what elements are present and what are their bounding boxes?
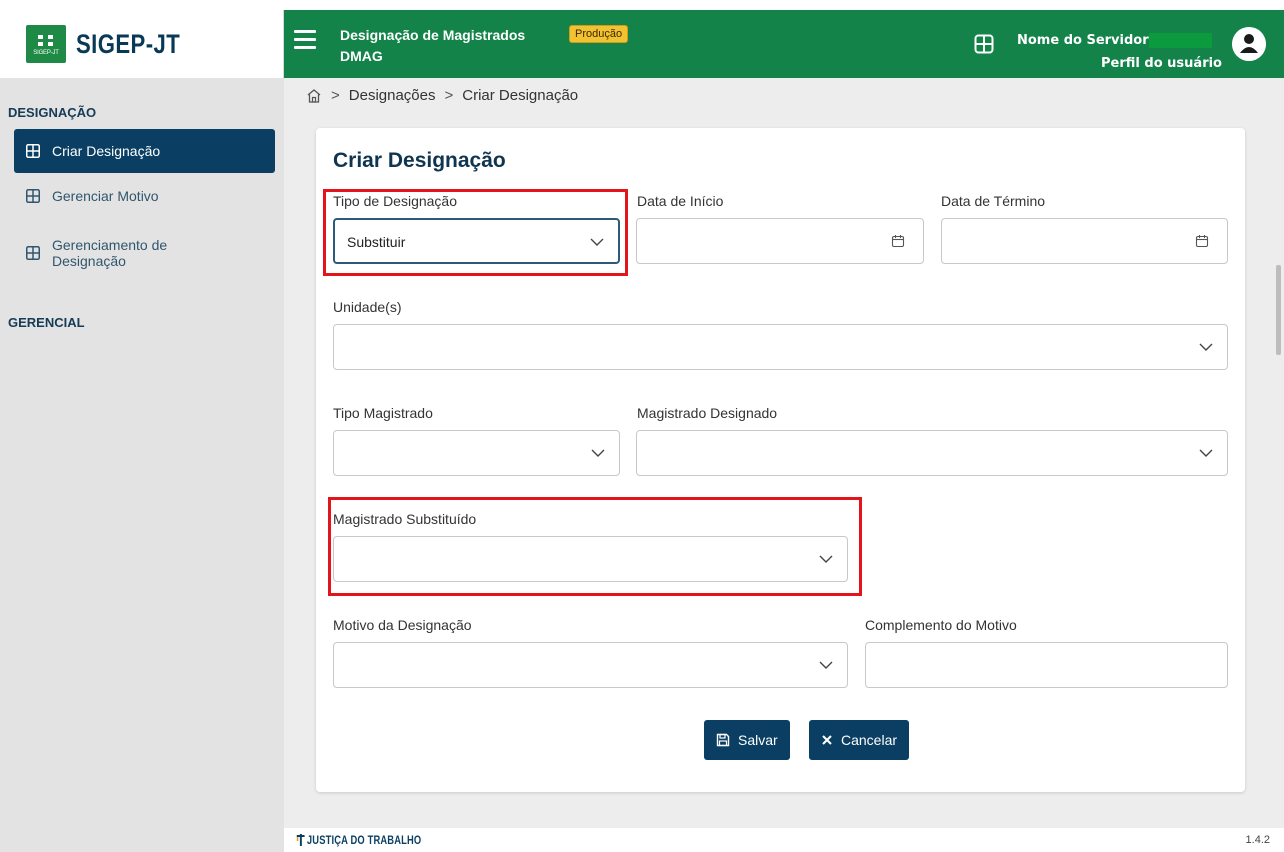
logo-text: SIGEP-JT [76,28,181,59]
page-title: Criar Designação [333,149,506,172]
complemento-input[interactable] [865,642,1228,688]
save-icon [716,733,730,747]
grid-icon [26,246,40,260]
motivo-select[interactable] [333,642,848,688]
breadcrumb-item-current: Criar Designação [462,87,579,104]
sidebar-item-label: Criar Designação [52,143,161,159]
sidebar-item-criar-designacao[interactable]: Criar Designação [14,129,275,173]
justica-logo-icon [296,834,305,846]
cancel-button[interactable]: Cancelar [809,720,910,760]
sidebar-item-gerenciar-motivo[interactable]: Gerenciar Motivo [14,188,275,204]
version-label: 1.4.2 [1245,834,1270,846]
save-button-label: Salvar [738,732,778,748]
highlight-box [323,189,628,276]
calendar-icon[interactable] [891,234,905,248]
app-subtitle: DMAG [340,48,383,64]
chevron-down-icon [1199,343,1213,351]
complemento-label: Complemento do Motivo [865,617,1017,633]
sidebar-item-label: Gerenciar Motivo [52,188,159,204]
sidebar-section-designacao: DESIGNAÇÃO [8,105,97,120]
close-icon [822,735,832,745]
breadcrumb: > Designações > Criar Designação [306,87,578,104]
top-strip [0,0,1284,10]
logo-mini-text: SIGEP-JT [33,49,59,56]
sidebar-item-gerenciamento-designacao[interactable]: Gerenciamento de Designação [14,237,275,269]
tipo-magistrado-select[interactable] [333,430,620,476]
data-inicio-input[interactable] [636,218,924,264]
cancel-button-label: Cancelar [841,732,898,748]
chevron-down-icon [819,661,833,669]
app-title: Designação de Magistrados [340,27,526,43]
footer-logo-text: JUSTIÇA DO TRABALHO [306,833,422,847]
environment-badge: Produção [569,25,629,43]
chevron-down-icon [591,449,605,457]
magistrado-designado-label: Magistrado Designado [637,405,778,421]
user-role: Perfil do usuário [1101,56,1222,71]
data-termino-input[interactable] [941,218,1228,264]
sidebar-item-label: Gerenciamento de Designação [52,237,167,269]
chevron-down-icon [1199,449,1213,457]
save-button[interactable]: Salvar [704,720,790,760]
sidebar-item-label-line1: Gerenciamento de [52,237,168,253]
data-termino-label: Data de Término [941,193,1046,209]
sidebar: DESIGNAÇÃO Criar Designação Gerenciar Mo… [0,78,284,852]
hamburger-menu-icon[interactable] [294,30,316,52]
footer-logo: JUSTIÇA DO TRABALHO [296,832,421,847]
chevron-right-icon: > [331,87,340,104]
app-header: Designação de Magistrados DMAG Produção … [284,10,1284,78]
unidades-select[interactable] [333,324,1228,370]
highlight-box [328,497,862,596]
calendar-icon[interactable] [1195,234,1209,248]
sidebar-item-label-line2: Designação [52,253,126,269]
chevron-right-icon: > [444,87,454,104]
grid-icon [26,189,40,203]
user-avatar-icon[interactable] [1232,27,1266,61]
magistrado-designado-select[interactable] [636,430,1228,476]
grid-icon[interactable] [974,34,994,54]
grid-icon [26,144,40,158]
data-inicio-label: Data de Início [637,193,724,209]
scrollbar[interactable] [1276,265,1281,355]
logo-icon: SIGEP-JT [26,25,66,63]
tipo-magistrado-label: Tipo Magistrado [333,405,433,421]
motivo-label: Motivo da Designação [333,617,472,633]
footer: JUSTIÇA DO TRABALHO 1.4.2 [284,828,1284,852]
user-name: Nome do Servidor [1017,33,1212,48]
sidebar-section-gerencial[interactable]: GERENCIAL [8,315,85,330]
home-icon[interactable] [306,88,322,104]
breadcrumb-item[interactable]: Designações [349,87,436,104]
unidades-label: Unidade(s) [333,299,402,315]
logo-area[interactable]: SIGEP-JT SIGEP-JT [0,10,284,78]
